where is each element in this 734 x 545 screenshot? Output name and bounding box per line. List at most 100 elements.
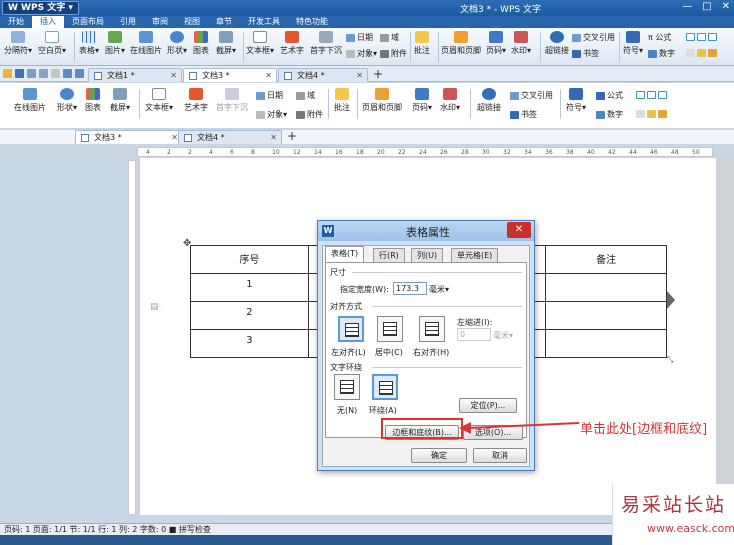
- align-center-button[interactable]: [377, 316, 403, 342]
- page-number-button[interactable]: 页码▾: [486, 31, 506, 56]
- horizontal-ruler[interactable]: 4 2 2 4 6 8 10 12 14 16 18 20 22 24 26 28 30 32 34 36 38 40 42…: [137, 147, 713, 157]
- tab-column[interactable]: 列(U): [411, 248, 444, 262]
- tab-doc4-secondary[interactable]: 文档4 * ✕: [178, 130, 282, 144]
- indent-unit-select[interactable]: 毫米▾: [493, 330, 513, 341]
- watermark-button[interactable]: 水印▾: [440, 88, 460, 113]
- equation-button[interactable]: π 公式: [648, 32, 671, 43]
- close-tab-icon[interactable]: ✕: [171, 131, 178, 144]
- menu-view[interactable]: 视图: [176, 16, 208, 28]
- tab-doc3[interactable]: 文档3 * ✕: [183, 68, 277, 82]
- wps-logo-menu[interactable]: W WPS 文字 ▾: [2, 1, 79, 15]
- new-tab-plus-icon[interactable]: +: [373, 67, 383, 81]
- table-cell[interactable]: 2: [190, 301, 309, 330]
- hyperlink-button[interactable]: 超链接: [545, 31, 569, 56]
- table-resize-handle-icon[interactable]: ⤡: [667, 355, 673, 365]
- close-window-button[interactable]: ✕: [722, 1, 730, 12]
- close-tab-icon[interactable]: ✕: [170, 69, 177, 82]
- drop-cap-button[interactable]: 首字下沉: [216, 88, 248, 113]
- undo-icon[interactable]: [63, 69, 72, 78]
- menu-special[interactable]: 特色功能: [288, 16, 336, 28]
- table-cell[interactable]: [545, 329, 667, 358]
- textbox-button[interactable]: 文本框▾: [246, 31, 274, 56]
- form-tools[interactable]: [686, 48, 719, 57]
- watermark-button[interactable]: 水印▾: [511, 31, 531, 56]
- wrap-around-button[interactable]: [372, 374, 398, 400]
- header-footer-button[interactable]: 页眉和页脚: [441, 31, 481, 56]
- dialog-title-bar[interactable]: W 表格属性 ✕: [318, 221, 534, 241]
- hyperlink-button[interactable]: 超链接: [477, 88, 501, 113]
- object-button[interactable]: 对象▾: [346, 48, 377, 59]
- field-button[interactable]: 域: [380, 32, 399, 43]
- date-button[interactable]: 日期: [346, 32, 373, 43]
- bookmark-button[interactable]: 书签: [510, 109, 537, 120]
- table-cell[interactable]: [545, 301, 667, 330]
- close-tab-icon[interactable]: ✕: [265, 69, 272, 82]
- close-tab-icon[interactable]: ✕: [356, 69, 363, 82]
- table-cell[interactable]: 3: [190, 329, 309, 358]
- bookmark-button[interactable]: 书签: [572, 48, 599, 59]
- table-cell[interactable]: 备注: [545, 245, 667, 274]
- width-input[interactable]: 173.3: [393, 282, 427, 295]
- page-break-button[interactable]: 分隔符▾: [4, 31, 32, 56]
- menu-review[interactable]: 审阅: [144, 16, 176, 28]
- menu-developer[interactable]: 开发工具: [240, 16, 288, 28]
- tab-doc4[interactable]: 文档4 * ✕: [278, 68, 368, 82]
- screenshot-button[interactable]: 截屏▾: [110, 88, 130, 113]
- maximize-button[interactable]: □: [702, 1, 711, 12]
- equation-button[interactable]: 公式: [596, 90, 623, 101]
- tab-doc3-secondary[interactable]: 文档3 * ✕: [75, 130, 183, 144]
- menu-section[interactable]: 章节: [208, 16, 240, 28]
- drop-cap-button[interactable]: 首字下沉: [310, 31, 342, 56]
- attachment-button[interactable]: 附件: [296, 109, 323, 120]
- menu-page-layout[interactable]: 页面布局: [64, 16, 112, 28]
- table-cell[interactable]: 1: [190, 273, 309, 302]
- symbol-button[interactable]: 符号▾: [566, 88, 586, 113]
- table-cell[interactable]: 序号: [190, 245, 309, 274]
- folder-icon[interactable]: [3, 69, 12, 78]
- position-button[interactable]: 定位(P)...: [459, 398, 517, 413]
- comment-button[interactable]: 批注: [334, 88, 350, 113]
- save-icon[interactable]: [15, 69, 24, 78]
- cross-reference-button[interactable]: 交叉引用: [510, 90, 553, 101]
- menu-insert[interactable]: 插入: [32, 16, 64, 28]
- page-number-button[interactable]: 页码▾: [412, 88, 432, 113]
- number-button[interactable]: 数字: [596, 109, 623, 120]
- tab-row[interactable]: 行(R): [373, 248, 405, 262]
- table-cell[interactable]: [545, 273, 667, 302]
- menu-home[interactable]: 开始: [0, 16, 32, 28]
- form-tools[interactable]: [636, 109, 669, 118]
- blank-page-button[interactable]: 空白页▾: [38, 31, 66, 56]
- indent-input[interactable]: 0: [457, 328, 491, 341]
- new-tab-plus-icon[interactable]: +: [287, 129, 297, 143]
- ok-button[interactable]: 确定: [411, 448, 467, 463]
- number-button[interactable]: 数字: [648, 48, 675, 59]
- minimize-button[interactable]: —: [682, 1, 692, 12]
- wrap-none-button[interactable]: [334, 374, 360, 400]
- tab-table[interactable]: 表格(T): [325, 246, 365, 262]
- shape-button[interactable]: 形状▾: [57, 88, 77, 113]
- menu-references[interactable]: 引用: [112, 16, 144, 28]
- wordart-button[interactable]: 艺术字: [280, 31, 304, 56]
- tab-doc1[interactable]: 文档1 * ✕: [88, 68, 182, 82]
- field-button[interactable]: 域: [296, 90, 315, 101]
- online-picture-button[interactable]: 在线图片: [130, 31, 162, 56]
- row-handle-icon[interactable]: ▤·: [150, 302, 161, 312]
- print-icon[interactable]: [27, 69, 36, 78]
- form-controls[interactable]: [686, 32, 719, 41]
- picture-button[interactable]: 图片▾: [105, 31, 125, 56]
- cross-reference-button[interactable]: 交叉引用: [572, 32, 615, 43]
- tab-cell[interactable]: 单元格(E): [451, 248, 499, 262]
- wordart-button[interactable]: 艺术字: [184, 88, 208, 113]
- vertical-ruler[interactable]: [128, 160, 136, 515]
- attachment-button[interactable]: 附件: [380, 48, 407, 59]
- screenshot-button[interactable]: 截屏▾: [216, 31, 236, 56]
- preview-icon[interactable]: [39, 69, 48, 78]
- textbox-button[interactable]: 文本框▾: [145, 88, 173, 113]
- redo-icon[interactable]: [75, 69, 84, 78]
- chart-button[interactable]: 图表: [193, 31, 209, 56]
- shape-button[interactable]: 形状▾: [167, 31, 187, 56]
- form-controls[interactable]: [636, 90, 669, 99]
- chart-button[interactable]: 图表: [85, 88, 101, 113]
- format-painter-icon[interactable]: [51, 69, 60, 78]
- table-button[interactable]: 表格▾: [79, 31, 99, 56]
